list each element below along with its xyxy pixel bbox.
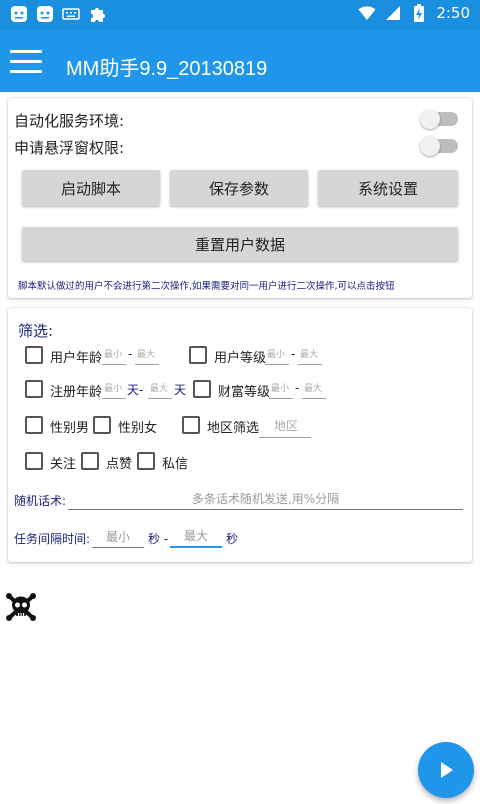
puzzle-icon	[88, 5, 106, 23]
note-text: 脚本默认做过的用户不会进行第二次操作,如果需要对同一用户进行二次操作,可以点击按…	[18, 281, 395, 292]
signal-icon	[384, 4, 402, 22]
interval-label: 任务间隔时间:	[14, 532, 91, 546]
hamburger-menu-icon[interactable]	[10, 50, 42, 74]
user-age-dash: -	[128, 347, 133, 361]
play-fab-button[interactable]	[418, 742, 474, 798]
app-bar: MM助手9.9_20130819	[0, 30, 480, 92]
register-age-day-dash: 天-	[127, 383, 144, 397]
interval-min-input[interactable]	[92, 526, 144, 548]
status-bar: 2:50	[0, 0, 480, 30]
private-message-checkbox[interactable]	[137, 452, 155, 470]
register-age-day: 天	[174, 383, 187, 397]
android-face-icon	[10, 5, 28, 23]
region-filter-checkbox[interactable]	[182, 416, 200, 434]
user-level-max-input[interactable]	[298, 345, 322, 365]
play-icon	[441, 762, 453, 778]
user-level-label: 用户等级	[214, 351, 267, 366]
user-age-max-input[interactable]	[135, 345, 159, 365]
wealth-level-dash: -	[295, 381, 300, 395]
random-speech-label: 随机话术:	[14, 494, 67, 508]
user-age-min-input[interactable]	[102, 345, 126, 365]
settings-card: 自动化服务环境: 申请悬浮窗权限: 启动脚本 保存参数 系统设置 重置用户数据 …	[8, 98, 472, 298]
system-settings-button[interactable]: 系统设置	[318, 170, 458, 206]
user-level-min-input[interactable]	[265, 345, 289, 365]
overlay-permission-toggle[interactable]	[420, 136, 458, 156]
filter-title: 筛选:	[18, 322, 54, 340]
save-params-button[interactable]: 保存参数	[170, 170, 308, 206]
wealth-level-checkbox[interactable]	[193, 380, 211, 398]
interval-sec: 秒	[226, 532, 239, 546]
status-right-icons: 2:50	[358, 4, 470, 22]
gender-male-checkbox[interactable]	[25, 416, 43, 434]
register-age-label: 注册年龄	[50, 385, 103, 400]
interval-sec-dash: 秒 -	[148, 532, 169, 546]
skull-crossbones-icon[interactable]	[4, 590, 38, 624]
wealth-level-max-input[interactable]	[302, 379, 326, 399]
status-time: 2:50	[436, 4, 470, 22]
wealth-level-label: 财富等级	[218, 385, 271, 400]
user-level-checkbox[interactable]	[189, 346, 207, 364]
region-input[interactable]	[259, 414, 311, 438]
gender-male-label: 性别男	[50, 421, 90, 436]
private-message-label: 私信	[162, 457, 189, 472]
reset-user-data-button[interactable]: 重置用户数据	[22, 227, 458, 261]
gender-female-label: 性别女	[118, 421, 158, 436]
random-speech-input[interactable]	[68, 488, 463, 510]
gender-female-checkbox[interactable]	[93, 416, 111, 434]
like-checkbox[interactable]	[81, 452, 99, 470]
overlay-permission-label: 申请悬浮窗权限:	[14, 139, 125, 157]
region-filter-label: 地区筛选	[207, 421, 260, 436]
user-level-dash: -	[291, 347, 296, 361]
wifi-icon	[358, 4, 376, 22]
user-age-label: 用户年龄	[50, 351, 103, 366]
register-age-max-input[interactable]	[148, 379, 172, 399]
wealth-level-min-input[interactable]	[269, 379, 293, 399]
start-script-button[interactable]: 启动脚本	[22, 170, 160, 206]
user-age-checkbox[interactable]	[25, 346, 43, 364]
app-title: MM助手9.9_20130819	[66, 58, 268, 80]
android-face-icon	[36, 5, 54, 23]
follow-label: 关注	[50, 457, 77, 472]
like-label: 点赞	[106, 457, 133, 472]
status-left-icons	[10, 5, 106, 23]
follow-checkbox[interactable]	[25, 452, 43, 470]
battery-charging-icon	[410, 4, 428, 22]
auto-service-label: 自动化服务环境:	[14, 112, 125, 130]
register-age-checkbox[interactable]	[25, 380, 43, 398]
keyboard-icon	[62, 5, 80, 23]
interval-max-input[interactable]	[170, 526, 222, 548]
auto-service-toggle[interactable]	[420, 109, 458, 129]
register-age-min-input[interactable]	[102, 379, 126, 399]
filter-card: 筛选: 用户年龄 - 用户等级 - 注册年龄 天- 天 财富等级 - 性别男 性…	[8, 308, 472, 562]
